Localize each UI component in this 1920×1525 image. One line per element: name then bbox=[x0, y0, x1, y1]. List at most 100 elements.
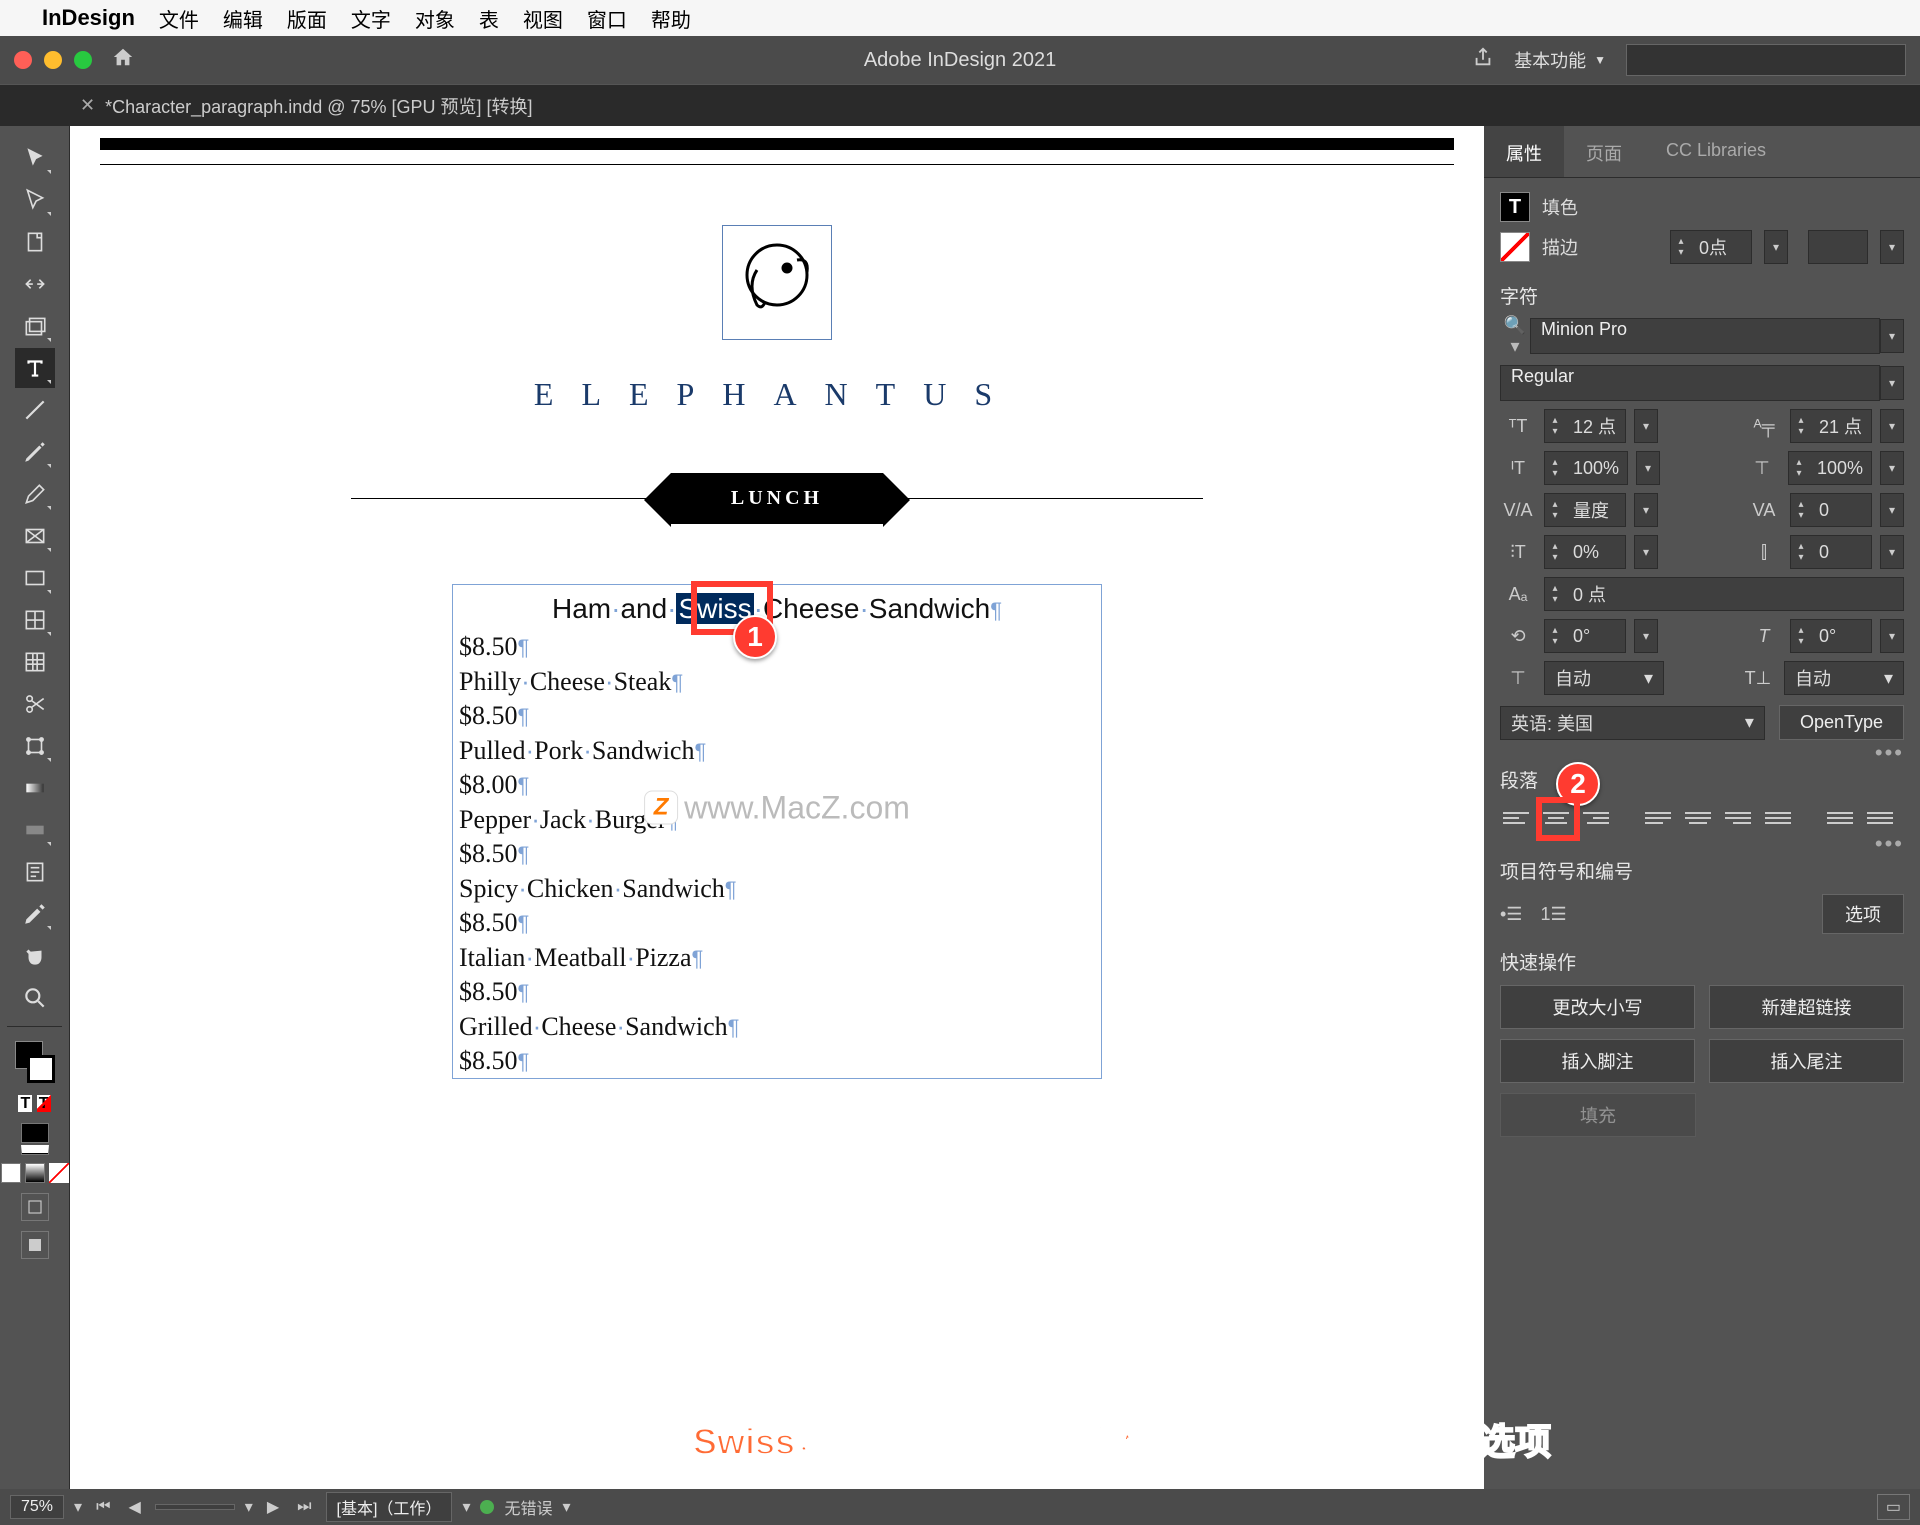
selection-tool[interactable] bbox=[15, 138, 55, 178]
font-search-icon[interactable]: 🔍▾ bbox=[1500, 315, 1530, 357]
content-collector-tool[interactable] bbox=[15, 306, 55, 346]
baseline-input[interactable]: ▴▾0 点 bbox=[1544, 577, 1904, 611]
help-search-input[interactable] bbox=[1626, 44, 1906, 76]
menu-table[interactable]: 表 bbox=[479, 4, 499, 33]
line-tool[interactable] bbox=[15, 390, 55, 430]
paragraph-style-select[interactable]: [基本]（工作） bbox=[326, 1492, 453, 1522]
menu-layout[interactable]: 版面 bbox=[287, 4, 327, 33]
page-select[interactable] bbox=[155, 1504, 235, 1510]
home-icon[interactable] bbox=[112, 46, 134, 74]
align-toward-spine-button[interactable] bbox=[1824, 805, 1856, 831]
kerning-dropdown[interactable]: ▾ bbox=[1634, 493, 1658, 527]
align-right-button[interactable] bbox=[1580, 805, 1612, 831]
tracking-input[interactable]: ▴▾0 bbox=[1790, 493, 1872, 527]
text-frame[interactable]: Ham·and·Swiss·Cheese·Sandwich¶ 1 $8.50¶P… bbox=[452, 584, 1102, 1079]
view-mode-normal[interactable] bbox=[21, 1193, 49, 1221]
document-canvas[interactable]: ELEPHANTUS LUNCH Ham·and·Swiss·Cheese·Sa… bbox=[70, 126, 1484, 1489]
prev-page-button[interactable]: ◀ bbox=[124, 1497, 144, 1517]
gap-tool[interactable] bbox=[15, 264, 55, 304]
change-case-button[interactable]: 更改大小写 bbox=[1500, 985, 1695, 1029]
justify-center-button[interactable] bbox=[1682, 805, 1714, 831]
rectangle-tool[interactable] bbox=[15, 558, 55, 598]
applied-swatches[interactable] bbox=[21, 1123, 49, 1155]
next-page-button[interactable]: ▶ bbox=[263, 1497, 283, 1517]
minimize-window-button[interactable] bbox=[44, 51, 62, 69]
menu-type[interactable]: 文字 bbox=[351, 4, 391, 33]
tsume-input[interactable]: ▴▾0% bbox=[1544, 535, 1626, 569]
vscale-dropdown[interactable]: ▾ bbox=[1636, 451, 1660, 485]
justify-all-button[interactable] bbox=[1762, 805, 1794, 831]
pen-tool[interactable] bbox=[15, 432, 55, 472]
menu-view[interactable]: 视图 bbox=[523, 4, 563, 33]
menu-file[interactable]: 文件 bbox=[159, 4, 199, 33]
kerning-input[interactable]: ▴▾量度 bbox=[1544, 493, 1626, 527]
menu-edit[interactable]: 编辑 bbox=[223, 4, 263, 33]
zoom-tool[interactable] bbox=[15, 978, 55, 1018]
last-page-button[interactable]: ⏭ bbox=[293, 1498, 315, 1516]
page-tool[interactable] bbox=[15, 222, 55, 262]
hscale-dropdown[interactable]: ▾ bbox=[1880, 451, 1904, 485]
apply-none[interactable] bbox=[49, 1163, 69, 1183]
eyedropper-tool[interactable] bbox=[15, 894, 55, 934]
pencil-tool[interactable] bbox=[15, 474, 55, 514]
free-transform-tool[interactable] bbox=[15, 726, 55, 766]
zoom-level-select[interactable]: 75% bbox=[10, 1495, 64, 1519]
fill-button[interactable]: 填充 bbox=[1500, 1093, 1696, 1137]
font-family-dropdown[interactable]: ▾ bbox=[1880, 319, 1904, 353]
justify-right-button[interactable] bbox=[1722, 805, 1754, 831]
fill-stroke-swatch[interactable] bbox=[21, 1041, 49, 1097]
formatting-affects[interactable]: T T bbox=[15, 1095, 55, 1113]
font-style-dropdown[interactable]: ▾ bbox=[1880, 366, 1904, 400]
type-tool[interactable] bbox=[15, 348, 55, 388]
insert-footnote-button[interactable]: 插入脚注 bbox=[1500, 1039, 1695, 1083]
workspace-switcher[interactable]: 基本功能 ▼ bbox=[1514, 47, 1606, 73]
aki-dropdown[interactable]: ▾ bbox=[1880, 535, 1904, 569]
opentype-button[interactable]: OpenType bbox=[1779, 705, 1904, 740]
stroke-weight-dropdown[interactable]: ▾ bbox=[1764, 230, 1788, 264]
first-page-button[interactable]: ⏮ bbox=[92, 1498, 114, 1516]
rotation-dropdown[interactable]: ▾ bbox=[1634, 619, 1658, 653]
tracking-dropdown[interactable]: ▾ bbox=[1880, 493, 1904, 527]
gradient-feather-tool[interactable] bbox=[15, 810, 55, 850]
insert-endnote-button[interactable]: 插入尾注 bbox=[1709, 1039, 1904, 1083]
aki-input[interactable]: ▴▾0 bbox=[1790, 535, 1872, 569]
app-name[interactable]: InDesign bbox=[42, 5, 135, 31]
stroke-weight-input[interactable]: ▴▾0点 bbox=[1670, 230, 1752, 264]
character-more-icon[interactable]: ••• bbox=[1875, 740, 1904, 766]
stroke-swatch[interactable] bbox=[1500, 232, 1530, 262]
hscale-input[interactable]: ▴▾100% bbox=[1788, 451, 1872, 485]
new-hyperlink-button[interactable]: 新建超链接 bbox=[1709, 985, 1904, 1029]
scissors-tool[interactable] bbox=[15, 684, 55, 724]
view-icon[interactable]: ▭ bbox=[1877, 1494, 1910, 1520]
number-list-button[interactable]: 1☰ bbox=[1540, 904, 1566, 925]
fill-swatch[interactable]: T bbox=[1500, 192, 1530, 222]
apply-gradient[interactable] bbox=[25, 1163, 45, 1183]
gradient-swatch-tool[interactable] bbox=[15, 768, 55, 808]
autov-select[interactable]: 自动▾ bbox=[1784, 661, 1904, 695]
align-away-spine-button[interactable] bbox=[1864, 805, 1896, 831]
justify-left-button[interactable] bbox=[1642, 805, 1674, 831]
rotation-input[interactable]: ▴▾0° bbox=[1544, 619, 1626, 653]
menu-help[interactable]: 帮助 bbox=[651, 4, 691, 33]
leading-input[interactable]: ▴▾21 点 bbox=[1790, 409, 1872, 443]
share-icon[interactable] bbox=[1472, 46, 1494, 74]
preflight-status-icon[interactable] bbox=[480, 1500, 494, 1514]
font-size-input[interactable]: ▴▾12 点 bbox=[1544, 409, 1626, 443]
tab-properties[interactable]: 属性 bbox=[1484, 126, 1564, 177]
maximize-window-button[interactable] bbox=[74, 51, 92, 69]
grid-tool-2[interactable] bbox=[15, 642, 55, 682]
grid-tool[interactable] bbox=[15, 600, 55, 640]
menu-object[interactable]: 对象 bbox=[415, 4, 455, 33]
bullet-list-button[interactable]: •☰ bbox=[1500, 904, 1522, 925]
close-window-button[interactable] bbox=[14, 51, 32, 69]
list-options-button[interactable]: 选项 bbox=[1822, 894, 1904, 934]
leading-dropdown[interactable]: ▾ bbox=[1880, 409, 1904, 443]
direct-selection-tool[interactable] bbox=[15, 180, 55, 220]
close-tab-icon[interactable]: ✕ bbox=[80, 95, 95, 116]
rectangle-frame-tool[interactable] bbox=[15, 516, 55, 556]
skew-input[interactable]: ▴▾0° bbox=[1790, 619, 1872, 653]
language-select[interactable]: 英语: 美国▾ bbox=[1500, 706, 1765, 740]
font-size-dropdown[interactable]: ▾ bbox=[1634, 409, 1658, 443]
align-left-button[interactable] bbox=[1500, 805, 1532, 831]
tab-cc-libraries[interactable]: CC Libraries bbox=[1644, 126, 1788, 177]
